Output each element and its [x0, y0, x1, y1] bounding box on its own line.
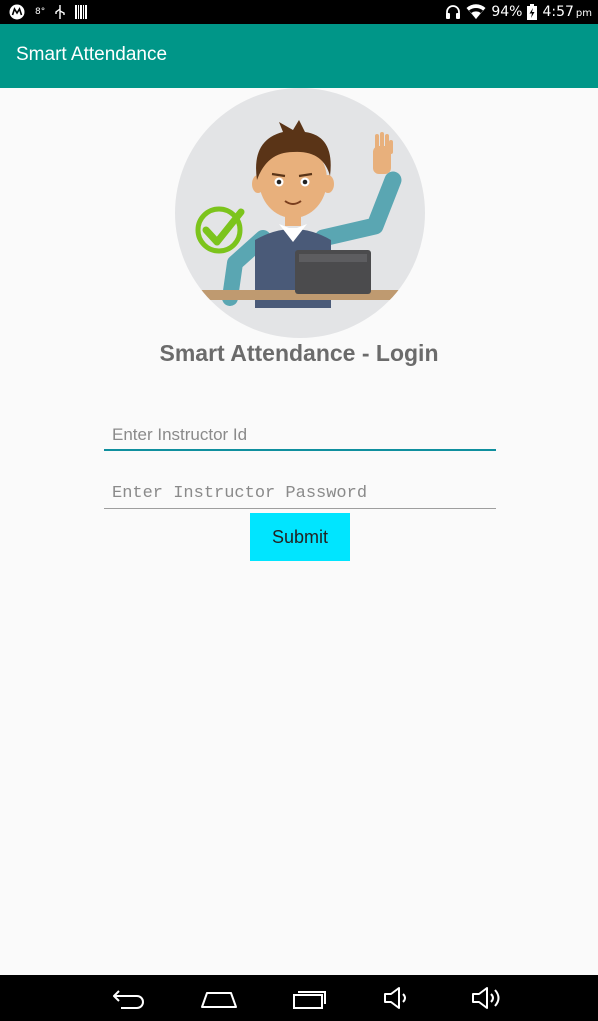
temperature-icon: 8°: [35, 7, 46, 17]
instructor-password-input[interactable]: [104, 479, 496, 509]
instructor-illustration: [175, 88, 425, 338]
app-title: Smart Attendance: [16, 44, 168, 65]
home-button[interactable]: [199, 983, 239, 1013]
navigation-bar: [0, 975, 598, 1021]
app-bar: Smart Attendance: [0, 24, 598, 88]
login-title: Smart Attendance - Login: [159, 340, 439, 366]
submit-button[interactable]: Submit: [250, 513, 350, 561]
home-icon: [201, 992, 237, 1008]
instructor-id-input[interactable]: [104, 421, 496, 451]
battery-percent: 94%: [491, 4, 523, 20]
clock-time: 4:57: [542, 4, 574, 20]
barcode-icon: [75, 5, 88, 19]
wifi-icon: [466, 4, 486, 19]
volume-up-icon: [472, 987, 500, 1009]
headset-icon: [446, 5, 461, 19]
battery-charging-icon: [527, 4, 538, 20]
volume-down-icon: [384, 987, 406, 1009]
back-button[interactable]: [109, 983, 149, 1013]
tablet: [295, 250, 371, 294]
recents-icon: [293, 991, 326, 1009]
usb-icon: [55, 5, 65, 19]
status-left-icons: 8°: [9, 3, 97, 21]
volume-up-button[interactable]: [468, 983, 508, 1013]
motorola-icon: [9, 4, 25, 20]
status-bar: 8° 94% 4:57 pm: [0, 0, 598, 24]
recents-button[interactable]: [290, 983, 330, 1013]
status-right-icons: 94% 4:57 pm: [440, 0, 592, 24]
clock-ampm: pm: [575, 8, 592, 19]
back-icon: [113, 990, 144, 1009]
volume-down-button[interactable]: [378, 983, 418, 1013]
